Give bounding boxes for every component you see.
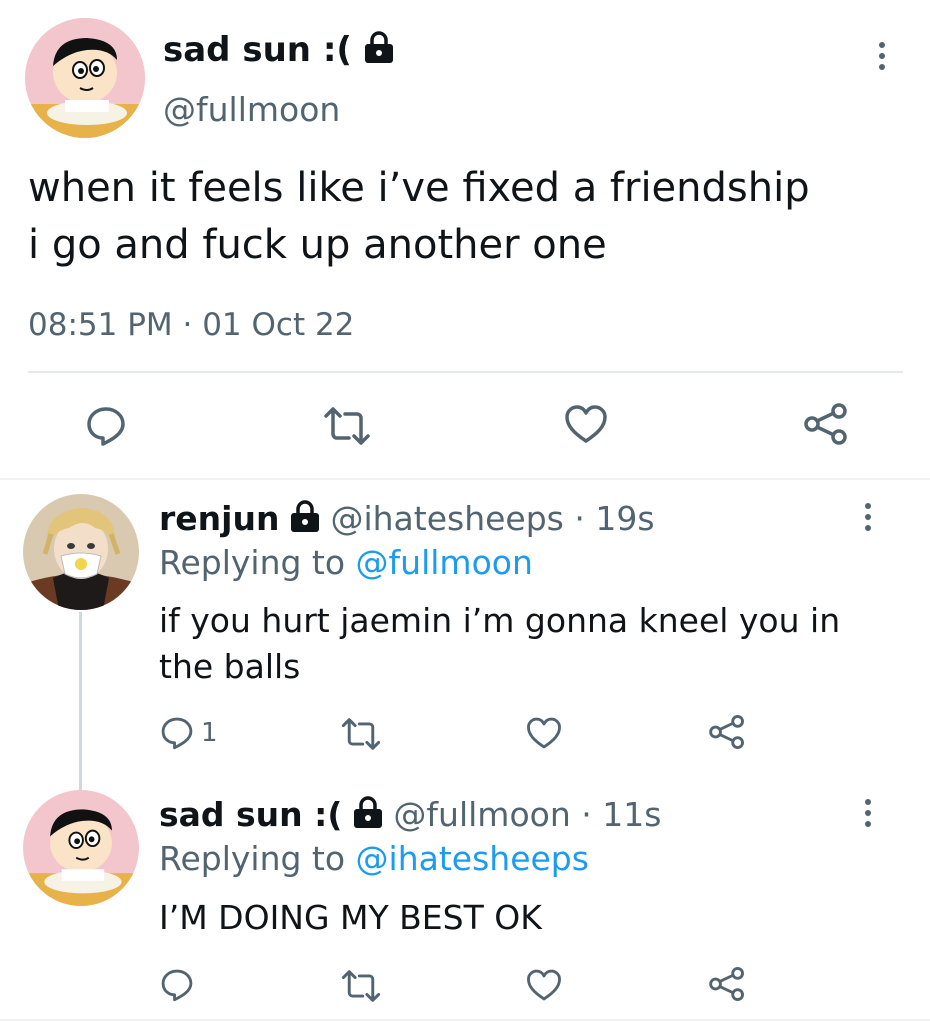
like-button[interactable] <box>526 968 562 1002</box>
like-button[interactable] <box>526 716 562 750</box>
reply-button[interactable] <box>84 404 128 448</box>
handle[interactable]: @fullmoon <box>163 88 340 132</box>
share-button[interactable] <box>708 714 746 750</box>
avatar[interactable] <box>23 494 139 610</box>
more-icon[interactable] <box>858 503 878 531</box>
replying-handle-link[interactable]: @ihatesheeps <box>356 839 589 878</box>
divider <box>0 1019 930 1021</box>
thread-line <box>79 612 82 790</box>
like-button[interactable] <box>564 404 608 444</box>
share-icon <box>709 967 744 1001</box>
reply-text-line1: if you hurt jaemin i’m gonna kneel you i… <box>159 601 841 640</box>
reply-icon <box>161 969 193 1002</box>
reply-icon <box>87 407 125 446</box>
heart-icon <box>527 969 561 1001</box>
lock-icon <box>353 795 383 839</box>
reply-icon <box>161 717 193 750</box>
replying-to: Replying to @ihatesheeps <box>159 837 589 881</box>
lock-icon <box>290 499 320 543</box>
timestamp[interactable]: 08:51 PM · 01 Oct 22 <box>28 305 354 345</box>
divider <box>28 371 903 373</box>
section-divider <box>0 478 930 480</box>
handle-time[interactable]: @fullmoon · 11s <box>393 795 661 834</box>
retweet-button[interactable] <box>340 717 382 751</box>
share-icon <box>709 715 744 749</box>
replying-to: Replying to @fullmoon <box>159 541 533 585</box>
replying-handle-link[interactable]: @fullmoon <box>356 543 533 582</box>
reply-button[interactable]: 1 <box>159 715 218 751</box>
replying-prefix: Replying to <box>159 839 356 878</box>
retweet-button[interactable] <box>322 406 372 446</box>
handle-time[interactable]: @ihatesheeps · 19s <box>330 499 654 538</box>
share-icon <box>804 403 847 445</box>
reply-text: I’M DOING MY BEST OK <box>159 898 542 937</box>
share-button[interactable] <box>708 966 746 1002</box>
share-button[interactable] <box>803 402 849 446</box>
avatar[interactable] <box>25 18 145 138</box>
retweet-icon <box>324 407 370 445</box>
retweet-icon <box>341 718 381 750</box>
heart-icon <box>527 717 561 749</box>
retweet-icon <box>341 970 381 1002</box>
reply-button[interactable] <box>159 967 195 1003</box>
lock-icon <box>364 30 394 74</box>
retweet-button[interactable] <box>340 969 382 1003</box>
replying-prefix: Replying to <box>159 543 356 582</box>
display-name-text[interactable]: sad sun :( <box>163 30 352 70</box>
display-name[interactable]: renjun <box>159 499 279 538</box>
more-icon[interactable] <box>872 42 892 70</box>
avatar[interactable] <box>23 790 139 906</box>
reply-text-line2: the balls <box>159 647 301 686</box>
reply-count: 1 <box>201 718 218 748</box>
tweet-text: when it feels like i’ve fixed a friendsh… <box>28 160 810 274</box>
tweet-text-line2: i go and fuck up another one <box>28 222 607 268</box>
display-name[interactable]: sad sun :( <box>159 795 342 834</box>
reply-text: if you hurt jaemin i’m gonna kneel you i… <box>159 598 840 690</box>
reply-header: renjun @ihatesheeps · 19s <box>159 497 655 543</box>
more-icon[interactable] <box>858 799 878 827</box>
display-name[interactable]: sad sun :( <box>163 28 394 74</box>
reply-header: sad sun :( @fullmoon · 11s <box>159 793 661 839</box>
heart-icon <box>565 405 607 443</box>
tweet-text-line1: when it feels like i’ve fixed a friendsh… <box>28 165 810 211</box>
